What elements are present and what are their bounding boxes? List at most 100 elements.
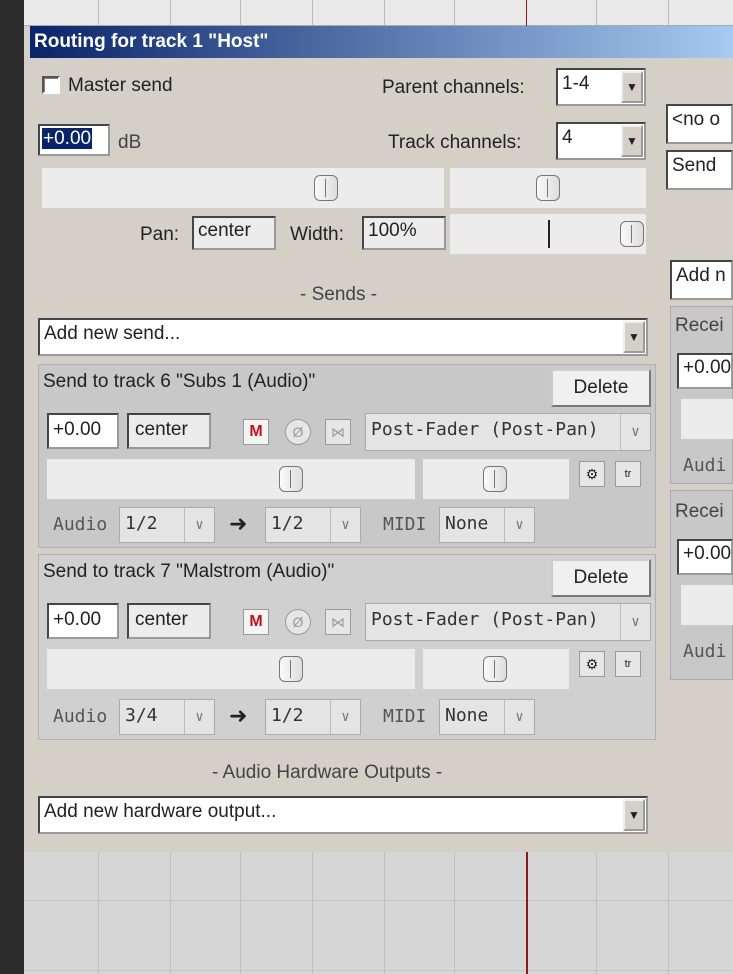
send-mode-value: Post-Fader (Post-Pan)	[371, 609, 599, 630]
pan-slider-knob[interactable]	[536, 175, 560, 201]
send-mode-value: Post-Fader (Post-Pan)	[371, 419, 599, 440]
send-volume-slider[interactable]	[47, 649, 415, 689]
send-volume-input[interactable]: +0.00	[47, 603, 119, 639]
chevron-down-icon: ∨	[620, 414, 650, 450]
receive-volume-slider[interactable]	[681, 399, 733, 439]
midi-value: None	[445, 513, 489, 534]
chevron-down-icon: ∨	[184, 700, 214, 734]
send-block-1: Send to track 6 "Subs 1 (Audio)" Delete …	[38, 364, 656, 548]
add-receive-select[interactable]: Add n	[670, 260, 733, 300]
receive-block-2: Recei +0.00 Audi	[670, 490, 733, 680]
pan-slider-knob[interactable]	[483, 466, 507, 492]
routing-window: Routing for track 1 "Host" Master send P…	[24, 26, 733, 852]
audio-label: Audi	[683, 641, 727, 662]
envelope-icon[interactable]: ⚙	[579, 461, 605, 487]
mono-stereo-icon[interactable]: ⋈	[325, 609, 351, 635]
audio-source-select[interactable]: 1/2 ∨	[119, 507, 215, 543]
master-pan-slider[interactable]	[450, 168, 646, 208]
receive-volume-input[interactable]: +0.00	[677, 539, 733, 575]
midi-label: MIDI	[383, 706, 427, 727]
timeline-ruler	[24, 0, 733, 26]
add-hardware-output-select[interactable]: Add new hardware output... ▼	[38, 796, 648, 834]
send-pan-input[interactable]: center	[127, 413, 211, 449]
volume-slider-knob[interactable]	[279, 656, 303, 682]
pan-slider-knob[interactable]	[483, 656, 507, 682]
send-pan-slider[interactable]	[423, 459, 569, 499]
master-volume-slider[interactable]	[42, 168, 444, 208]
add-send-value: Add new send...	[44, 323, 181, 344]
sends-header: - Sends -	[300, 284, 378, 305]
arrow-right-icon: ➜	[229, 511, 248, 536]
master-volume-input[interactable]: +0.00	[38, 124, 110, 156]
master-send-label: Master send	[68, 75, 173, 96]
dropdown-arrow-icon: ▼	[621, 125, 643, 157]
audio-dest-select[interactable]: 1/2 ∨	[265, 699, 361, 735]
arrow-right-icon: ➜	[229, 703, 248, 728]
trim-icon[interactable]: tr	[615, 461, 641, 487]
midi-select[interactable]: None ∨	[439, 699, 535, 735]
chevron-down-icon: ∨	[504, 508, 534, 542]
midi-label: MIDI	[383, 514, 427, 535]
send-pan-slider[interactable]	[423, 649, 569, 689]
pan-label: Pan:	[140, 224, 180, 245]
pan-input[interactable]: center	[192, 216, 276, 250]
mono-stereo-icon[interactable]: ⋈	[325, 419, 351, 445]
audio-label: Audio	[53, 706, 108, 727]
send-volume-slider[interactable]	[47, 459, 415, 499]
receive-block-1: Recei +0.00 Audi	[670, 306, 733, 484]
width-center-marker	[548, 220, 550, 248]
dropdown-arrow-icon: ▼	[623, 799, 645, 831]
width-slider[interactable]	[450, 214, 646, 254]
add-send-select[interactable]: Add new send... ▼	[38, 318, 648, 356]
right-output-select[interactable]: <no o	[666, 104, 733, 144]
width-input[interactable]: 100%	[362, 216, 446, 250]
volume-slider-knob[interactable]	[279, 466, 303, 492]
arrange-grid	[0, 852, 733, 974]
volume-slider-knob[interactable]	[314, 175, 338, 201]
send-title: Send to track 6 "Subs 1 (Audio)"	[43, 371, 316, 392]
delete-send-button[interactable]: Delete	[551, 559, 651, 597]
chevron-down-icon: ∨	[620, 604, 650, 640]
parent-channels-label: Parent channels:	[382, 77, 525, 98]
midi-value: None	[445, 705, 489, 726]
mute-button[interactable]: M	[243, 419, 269, 445]
audio-source-select[interactable]: 3/4 ∨	[119, 699, 215, 735]
audio-source-value: 1/2	[125, 513, 158, 534]
phase-invert-icon[interactable]: Ø	[285, 609, 311, 635]
track-panel-edge	[0, 0, 24, 974]
hardware-outputs-header: - Audio Hardware Outputs -	[212, 762, 443, 783]
audio-label: Audi	[683, 455, 727, 476]
dropdown-arrow-icon: ▼	[621, 71, 643, 103]
receive-volume-slider[interactable]	[681, 585, 733, 625]
envelope-icon[interactable]: ⚙	[579, 651, 605, 677]
mute-button[interactable]: M	[243, 609, 269, 635]
send-block-2: Send to track 7 "Malstrom (Audio)" Delet…	[38, 554, 656, 740]
midi-select[interactable]: None ∨	[439, 507, 535, 543]
phase-invert-icon[interactable]: Ø	[285, 419, 311, 445]
send-mode-select[interactable]: Post-Fader (Post-Pan) ∨	[365, 603, 651, 641]
master-send-checkbox[interactable]	[42, 76, 60, 94]
right-send-value: Send	[672, 155, 717, 176]
right-output-value: <no o	[672, 109, 721, 130]
delete-send-button[interactable]: Delete	[551, 369, 651, 407]
db-label: dB	[118, 132, 142, 153]
send-volume-input[interactable]: +0.00	[47, 413, 119, 449]
right-send-select[interactable]: Send	[666, 150, 733, 190]
chevron-down-icon: ∨	[330, 700, 360, 734]
chevron-down-icon: ∨	[504, 700, 534, 734]
window-title[interactable]: Routing for track 1 "Host"	[30, 26, 733, 58]
audio-dest-value: 1/2	[271, 705, 304, 726]
send-pan-input[interactable]: center	[127, 603, 211, 639]
parent-channels-select[interactable]: 1-4 ▼	[556, 68, 646, 106]
chevron-down-icon: ∨	[184, 508, 214, 542]
trim-icon[interactable]: tr	[615, 651, 641, 677]
audio-dest-select[interactable]: 1/2 ∨	[265, 507, 361, 543]
width-slider-knob[interactable]	[620, 221, 644, 247]
audio-label: Audio	[53, 514, 108, 535]
width-label: Width:	[290, 224, 344, 245]
send-mode-select[interactable]: Post-Fader (Post-Pan) ∨	[365, 413, 651, 451]
track-channels-select[interactable]: 4 ▼	[556, 122, 646, 160]
receive-title: Recei	[675, 315, 724, 336]
receive-volume-input[interactable]: +0.00	[677, 353, 733, 389]
send-title: Send to track 7 "Malstrom (Audio)"	[43, 561, 335, 582]
